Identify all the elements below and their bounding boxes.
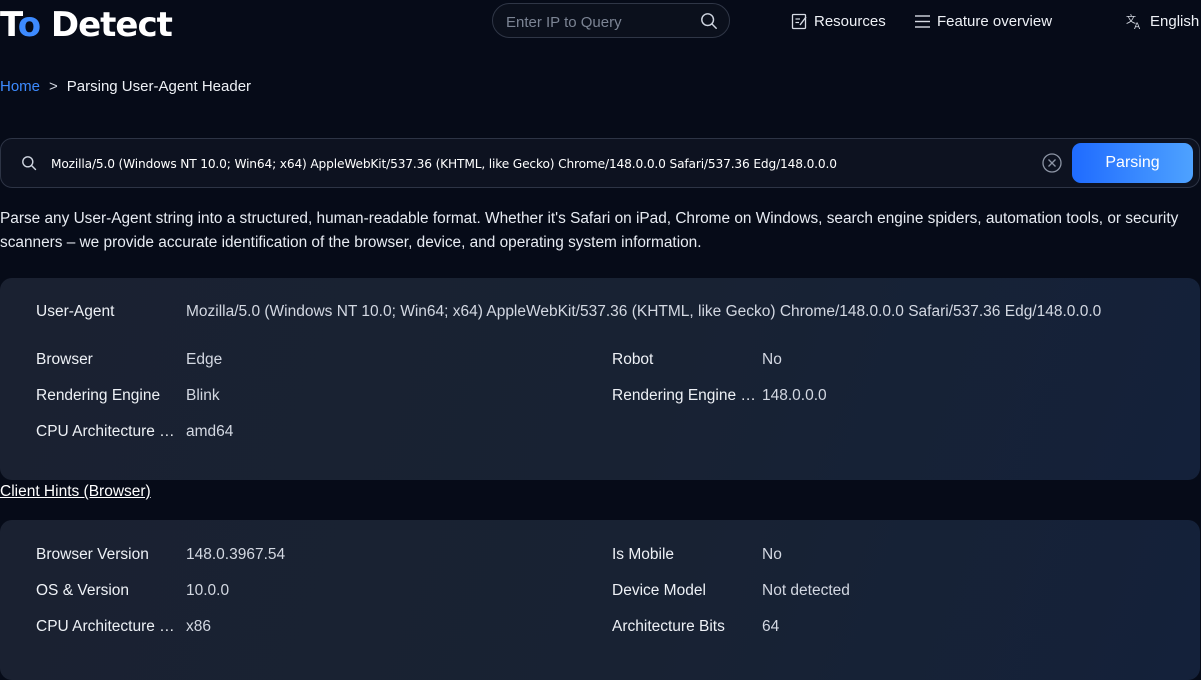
field-value: Blink [186,387,220,404]
translate-icon: 文 A [1126,13,1141,30]
ua-result-card: User-Agent Mozilla/5.0 (Windows NT 10.0;… [0,278,1200,480]
client-hints-link[interactable]: Client Hints (Browser) [0,482,151,502]
field-label: Device Model [612,582,706,599]
svg-text:A: A [1134,22,1141,30]
field-label: Rendering Engine [36,387,161,404]
field-label: CPU Architecture … [36,423,175,440]
nav-feature-overview-label: Feature overview [937,12,1053,30]
field-value: x86 [186,618,211,635]
logo-text-1: T [0,5,19,45]
field-label: Rendering Engine … [612,387,756,404]
field-label: Is Mobile [612,546,675,563]
ip-search-box [492,3,730,38]
field-label: Browser Version [36,546,149,563]
clear-circle-icon[interactable] [1042,153,1062,173]
nav-feature-overview[interactable]: Feature overview [914,10,1052,32]
field-label: User-Agent [36,303,115,320]
field-value: Edge [186,351,223,368]
search-icon[interactable] [700,12,718,30]
document-edit-icon [791,13,807,29]
field-label: CPU Architecture … [36,618,175,635]
ua-input[interactable] [49,152,1033,176]
breadcrumb: Home > Parsing User-Agent Header [0,77,251,97]
ip-search-input[interactable] [504,10,698,34]
field-value: 148.0.0.0 [762,387,827,404]
field-label: Robot [612,351,654,368]
client-hints-card: Browser Version 148.0.3967.54 Is Mobile … [0,520,1200,680]
logo[interactable]: To Detect [0,2,173,48]
breadcrumb-home-link[interactable]: Home [0,78,40,95]
field-value: No [762,351,782,368]
field-value: No [762,546,782,563]
breadcrumb-current: Parsing User-Agent Header [66,78,252,95]
page-description: Parse any User-Agent string into a struc… [0,210,1179,251]
field-value: 148.0.3967.54 [186,546,286,563]
logo-text-dot: o [17,5,41,45]
language-selector[interactable]: 文 A English [1126,10,1199,32]
menu-icon [915,14,930,28]
field-label: Browser [36,351,93,368]
field-value: Mozilla/5.0 (Windows NT 10.0; Win64; x64… [186,303,1102,320]
field-value: 64 [762,618,780,635]
field-value: Not detected [762,582,850,599]
field-label: Architecture Bits [612,618,725,635]
field-label: OS & Version [36,582,130,599]
nav-resources[interactable]: Resources [791,10,886,32]
nav-resources-label: Resources [814,12,886,30]
field-value: amd64 [186,423,234,440]
language-label: English [1150,12,1200,30]
logo-text-2: Detect [40,5,173,45]
breadcrumb-separator: > [49,78,58,95]
ua-search-bar: Parsing [0,138,1200,188]
search-icon [22,156,37,171]
parsing-button[interactable]: Parsing [1072,143,1193,183]
field-value: 10.0.0 [186,582,230,599]
